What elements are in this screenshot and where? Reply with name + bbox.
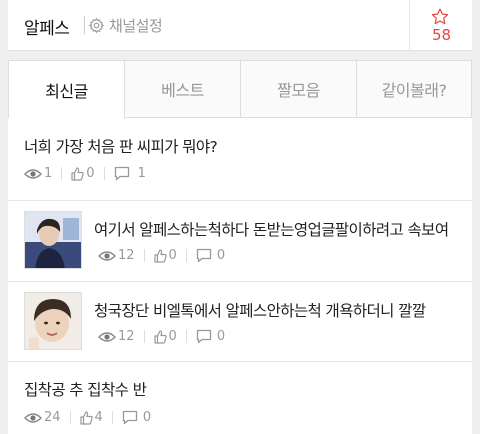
list-item[interactable]: 여기서 알페스하는척하다 돈받는영업글팔이하려고 속보여 12 0 0 [8, 201, 472, 282]
list-item[interactable]: 청국장단 비엘톡에서 알페스안하는척 개욕하더니 깔깔 12 0 0 [8, 282, 472, 362]
comments-count: 1 [114, 166, 146, 181]
thumbs-up-icon [71, 166, 85, 181]
meta-divider [69, 411, 71, 424]
list-item[interactable]: 너희 가장 처음 판 씨피가 뭐야? 1 0 1 [8, 118, 472, 201]
favorite-count: 58 [431, 26, 452, 44]
meta-divider [185, 249, 187, 262]
eye-icon [98, 331, 116, 343]
views-count: 24 [24, 410, 61, 425]
post-title: 너희 가장 처음 판 씨피가 뭐야? [24, 138, 218, 156]
comments-count: 0 [196, 329, 225, 344]
views-count: 12 [98, 248, 135, 263]
gear-icon [88, 17, 105, 34]
post-meta: 1 0 1 [24, 166, 146, 181]
eye-icon [24, 412, 42, 424]
meta-divider [103, 167, 105, 180]
comment-icon [196, 329, 212, 344]
tab-latest[interactable]: 최신글 [9, 60, 125, 119]
likes-count: 0 [153, 329, 177, 344]
likes-count: 4 [79, 410, 103, 425]
comments-count: 0 [196, 248, 225, 263]
channel-settings-button[interactable]: 채널설정 [88, 14, 163, 36]
post-list: 너희 가장 처음 판 씨피가 뭐야? 1 0 1 여기서 알페스하는척하다 돈받… [8, 118, 472, 434]
comment-icon [196, 248, 212, 263]
tab-best[interactable]: 베스트 [125, 61, 240, 117]
star-icon [431, 8, 449, 25]
channel-header: 알페스 채널설정 58 [8, 0, 472, 51]
tab-label: 짤모음 [277, 81, 320, 100]
views-count: 1 [24, 166, 52, 181]
post-thumbnail [24, 211, 82, 269]
meta-divider [143, 249, 145, 262]
channel-title[interactable]: 알페스 [24, 14, 70, 39]
meta-divider [111, 411, 113, 424]
post-meta: 12 0 0 [98, 329, 225, 344]
meta-divider [143, 330, 145, 343]
tab-label: 같이볼래? [381, 81, 447, 100]
comment-icon [114, 166, 130, 181]
likes-count: 0 [153, 248, 177, 263]
post-meta: 24 4 0 [24, 410, 151, 425]
board-tabs: 최신글 베스트 짤모음 같이볼래? [8, 60, 472, 119]
meta-divider [61, 167, 63, 180]
post-meta: 12 0 0 [98, 248, 225, 263]
tab-label: 베스트 [161, 81, 204, 100]
post-title: 청국장단 비엘톡에서 알페스안하는척 개욕하더니 깔깔 [94, 302, 426, 320]
comments-count: 0 [122, 410, 151, 425]
comment-icon [122, 410, 138, 425]
eye-icon [98, 250, 116, 262]
views-count: 12 [98, 329, 135, 344]
list-item[interactable]: 집착공 추 집착수 반 24 4 0 [8, 362, 472, 434]
post-thumbnail [24, 292, 82, 350]
channel-settings-label: 채널설정 [109, 16, 163, 35]
thumbs-up-icon [79, 410, 93, 425]
tab-gallery[interactable]: 짤모음 [240, 61, 356, 117]
header-divider [84, 16, 85, 34]
likes-count: 0 [71, 166, 95, 181]
post-title: 여기서 알페스하는척하다 돈받는영업글팔이하려고 속보여 [94, 221, 449, 239]
tab-watch-together[interactable]: 같이볼래? [356, 61, 471, 117]
eye-icon [24, 168, 42, 180]
tab-label: 최신글 [45, 82, 88, 101]
thumbs-up-icon [153, 248, 167, 263]
post-title: 집착공 추 집착수 반 [24, 381, 147, 399]
meta-divider [185, 330, 187, 343]
thumbs-up-icon [153, 329, 167, 344]
favorite-button[interactable]: 58 [409, 0, 472, 51]
